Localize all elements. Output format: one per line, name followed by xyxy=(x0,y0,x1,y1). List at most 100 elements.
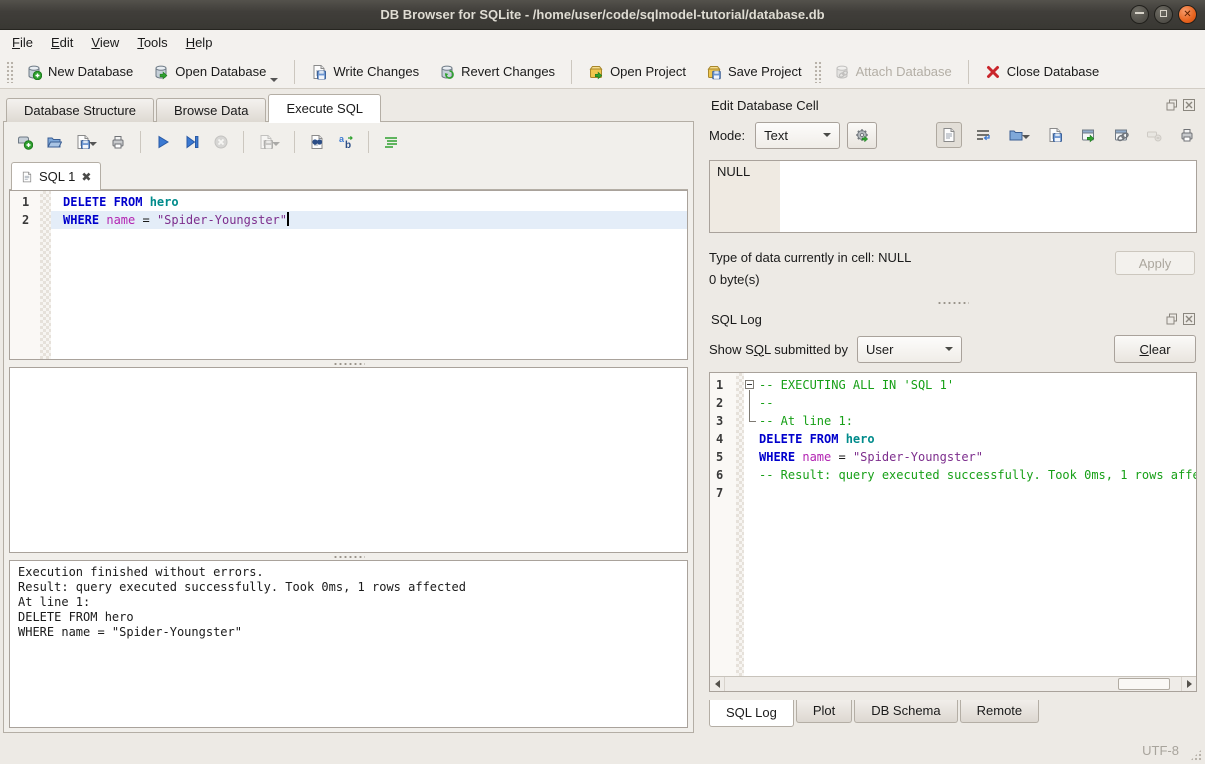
main-toolbar: New Database Open Database Write Changes… xyxy=(0,55,1205,89)
execute-line-icon xyxy=(184,134,200,150)
execute-sql-pane: Database Structure Browse Data Execute S… xyxy=(0,90,703,734)
menu-bar: File Edit View Tools Help xyxy=(0,30,1205,55)
open-external-icon[interactable] xyxy=(1080,127,1096,143)
close-database-button[interactable]: Close Database xyxy=(975,58,1110,86)
close-button[interactable]: ✕ xyxy=(1178,5,1197,24)
close-panel-icon[interactable] xyxy=(1183,313,1195,325)
open-sql-file-button[interactable] xyxy=(46,134,62,150)
open-project-button[interactable]: Open Project xyxy=(578,58,696,86)
cell-info-row: Type of data currently in cell: NULL 0 b… xyxy=(709,247,1197,291)
chevron-down-icon xyxy=(945,347,953,351)
minimize-button[interactable] xyxy=(1130,5,1149,24)
apply-button: Apply xyxy=(1115,251,1195,275)
scrollbar-thumb[interactable] xyxy=(1118,678,1170,690)
tab-execute-sql[interactable]: Execute SQL xyxy=(268,94,381,122)
title-bar[interactable]: DB Browser for SQLite - /home/user/code/… xyxy=(0,0,1205,30)
close-panel-icon[interactable] xyxy=(1183,99,1195,111)
save-project-icon xyxy=(706,64,722,80)
log-code-area: -- EXECUTING ALL IN 'SQL 1' -- -- At lin… xyxy=(757,373,1196,676)
editor-results-splitter[interactable] xyxy=(9,360,688,367)
status-bar: UTF-8 xyxy=(0,734,1205,764)
edit-cell-header: Edit Database Cell xyxy=(709,92,1197,116)
word-wrap-icon[interactable] xyxy=(975,127,991,143)
right-dock: Edit Database Cell Mode: Text xyxy=(703,90,1205,734)
tab-browse-data[interactable]: Browse Data xyxy=(156,98,266,122)
copy-link-icon[interactable] xyxy=(1113,127,1129,143)
dock-splitter[interactable] xyxy=(709,299,1197,306)
encoding-indicator[interactable]: UTF-8 xyxy=(1142,743,1179,758)
log-horizontal-scrollbar[interactable] xyxy=(710,676,1196,691)
open-sql-tab-button[interactable] xyxy=(17,134,33,150)
format-sql-button[interactable] xyxy=(383,134,399,150)
sql-doc-tab-bar: SQL 1 ✖ xyxy=(9,162,688,190)
tab-sql-log[interactable]: SQL Log xyxy=(709,700,794,727)
toolbar-drag-handle[interactable] xyxy=(6,61,14,83)
text-mode-toggle[interactable] xyxy=(936,122,962,148)
scroll-right-arrow-icon[interactable] xyxy=(1181,677,1196,691)
mode-combobox[interactable]: Text xyxy=(755,122,840,149)
execute-sql-frame: ab SQL 1 ✖ xyxy=(3,121,694,733)
scroll-left-arrow-icon[interactable] xyxy=(710,677,725,691)
editor-line-numbers: 1 2 xyxy=(10,191,40,359)
tab-db-schema[interactable]: DB Schema xyxy=(854,700,957,723)
results-log-splitter[interactable] xyxy=(9,553,688,560)
find-replace-icon: ab xyxy=(338,134,354,150)
close-sql-tab-icon[interactable]: ✖ xyxy=(81,170,91,184)
sql-editor[interactable]: 1 2 DELETE FROM hero WHERE name = "Spide… xyxy=(9,190,688,360)
apply-default-button[interactable] xyxy=(847,122,877,149)
resize-grip[interactable] xyxy=(1190,749,1202,761)
sql-log-header: SQL Log xyxy=(709,306,1197,330)
cell-type-info: Type of data currently in cell: NULL xyxy=(709,247,911,269)
write-changes-button[interactable]: Write Changes xyxy=(301,58,429,86)
cell-size-info: 0 byte(s) xyxy=(709,269,911,291)
cell-editor-text-area[interactable] xyxy=(780,161,1196,232)
sql-doc-tab[interactable]: SQL 1 ✖ xyxy=(11,162,101,190)
find-replace-button[interactable]: ab xyxy=(338,134,354,150)
execute-current-line-button[interactable] xyxy=(184,134,200,150)
fold-collapse-icon[interactable] xyxy=(745,380,754,389)
revert-changes-button[interactable]: Revert Changes xyxy=(429,58,565,86)
cell-editor[interactable]: NULL xyxy=(709,160,1197,233)
open-database-button[interactable]: Open Database xyxy=(143,58,288,86)
execute-all-button[interactable] xyxy=(155,134,171,150)
menu-tools[interactable]: Tools xyxy=(128,30,176,55)
sql-log-view[interactable]: 12 34 56 7 -- EXECUTING ALL IN 'SQL 1' xyxy=(709,372,1197,692)
tab-remote[interactable]: Remote xyxy=(960,700,1040,723)
maximize-icon xyxy=(1160,10,1167,17)
gear-icon xyxy=(854,127,870,143)
tab-plot[interactable]: Plot xyxy=(796,700,852,723)
submitted-by-combobox[interactable]: User xyxy=(857,336,962,363)
editor-code-area[interactable]: DELETE FROM hero WHERE name = "Spider-Yo… xyxy=(51,191,687,359)
print-icon xyxy=(110,134,126,150)
print-sql-button[interactable] xyxy=(110,134,126,150)
sql-log-filter-row: Show SQL submitted by User Clear xyxy=(709,332,1197,366)
menu-file[interactable]: File xyxy=(3,30,42,55)
log-fold-markers xyxy=(744,373,757,676)
open-database-dropdown-icon[interactable] xyxy=(270,78,278,82)
menu-help[interactable]: Help xyxy=(177,30,222,55)
export-cell-icon[interactable] xyxy=(1047,127,1063,143)
execute-all-icon xyxy=(155,134,171,150)
maximize-button[interactable] xyxy=(1154,5,1173,24)
editor-line-1: DELETE FROM hero xyxy=(51,193,687,211)
tab-database-structure[interactable]: Database Structure xyxy=(6,98,154,122)
format-sql-icon xyxy=(383,134,399,150)
results-grid[interactable] xyxy=(9,367,688,553)
toolbar-drag-handle[interactable] xyxy=(814,61,822,83)
clear-log-button[interactable]: Clear xyxy=(1114,335,1196,363)
print-cell-icon[interactable] xyxy=(1179,127,1195,143)
new-database-button[interactable]: New Database xyxy=(16,58,143,86)
app-window: DB Browser for SQLite - /home/user/code/… xyxy=(0,0,1205,764)
menu-edit[interactable]: Edit xyxy=(42,30,82,55)
float-panel-icon[interactable] xyxy=(1166,313,1178,325)
menu-view[interactable]: View xyxy=(82,30,128,55)
save-sql-file-button[interactable] xyxy=(75,134,97,150)
sql-log-title: SQL Log xyxy=(711,312,1166,327)
find-button[interactable] xyxy=(309,134,325,150)
execution-status-log[interactable]: Execution finished without errors. Resul… xyxy=(9,560,688,728)
save-project-button[interactable]: Save Project xyxy=(696,58,812,86)
filter-label: Show SQL submitted by xyxy=(709,342,848,357)
import-cell-data-button[interactable] xyxy=(1008,127,1030,143)
float-panel-icon[interactable] xyxy=(1166,99,1178,111)
cell-value: NULL xyxy=(717,164,750,179)
